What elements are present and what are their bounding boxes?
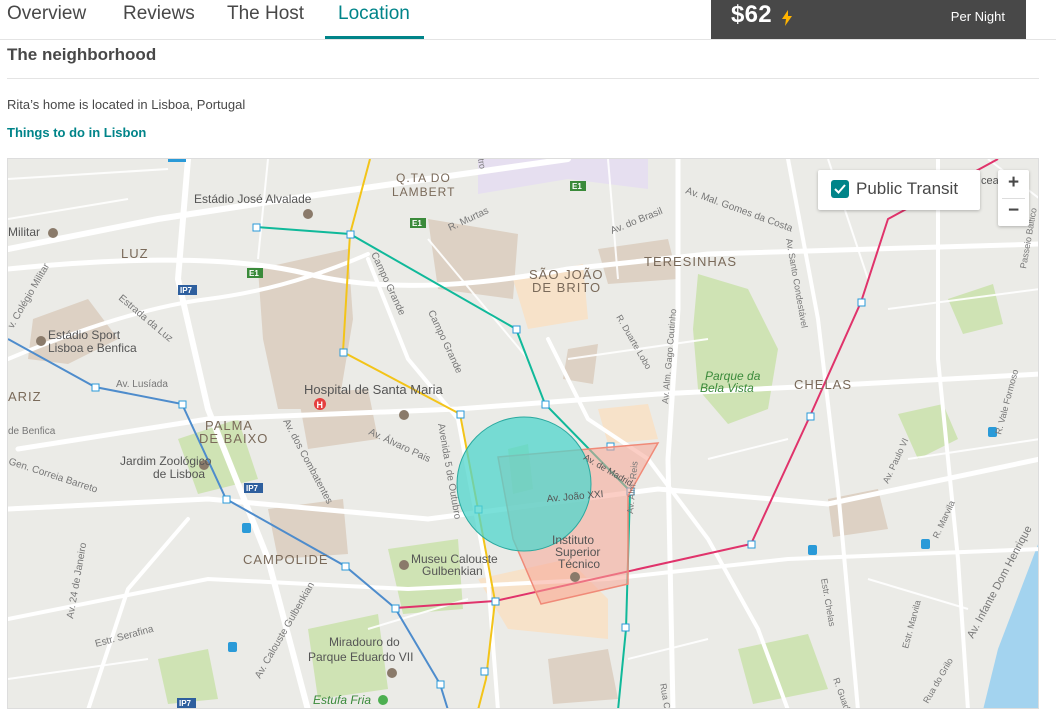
svg-text:H: H: [317, 400, 324, 410]
tab-location[interactable]: Location: [338, 4, 410, 24]
lightning-bolt-icon: [782, 10, 792, 26]
svg-text:Militar: Militar: [8, 225, 40, 239]
tab-reviews[interactable]: Reviews: [123, 4, 195, 24]
svg-text:ARIZ: ARIZ: [8, 389, 42, 404]
svg-text:LAMBERT: LAMBERT: [392, 185, 455, 199]
svg-text:Gulbenkian: Gulbenkian: [422, 564, 483, 578]
svg-text:de Benfica: de Benfica: [8, 426, 56, 437]
zoom-out-button[interactable]: −: [998, 198, 1029, 226]
svg-text:tro: tro: [476, 159, 488, 170]
svg-text:E1: E1: [572, 182, 582, 191]
svg-text:CAMPOLIDE: CAMPOLIDE: [243, 552, 329, 567]
svg-text:Hospital de Santa Maria: Hospital de Santa Maria: [304, 382, 444, 397]
svg-text:TERESINHAS: TERESINHAS: [644, 254, 737, 269]
transit-label: Public Transit: [856, 179, 959, 198]
zoom-in-button[interactable]: +: [998, 170, 1029, 198]
public-transit-toggle[interactable]: Public Transit: [818, 170, 980, 210]
price-unit: Per Night: [950, 9, 1005, 24]
neighborhood-map[interactable]: E1 E1 E1 IP7 IP7 IP7 H Q.TA DO LAMBERT E…: [7, 158, 1039, 709]
svg-text:Miradouro do: Miradouro do: [329, 635, 400, 649]
section-title: The neighborhood: [7, 45, 157, 64]
tab-the-host[interactable]: The Host: [227, 4, 304, 24]
svg-text:Lisboa e Benfica: Lisboa e Benfica: [48, 341, 137, 355]
svg-text:Parque Eduardo VII: Parque Eduardo VII: [308, 650, 413, 664]
svg-text:Bela Vista: Bela Vista: [700, 381, 754, 395]
divider: [7, 78, 1039, 79]
svg-text:E1: E1: [412, 219, 422, 228]
zoom-controls: + −: [998, 170, 1029, 226]
nightly-price: $62: [731, 1, 772, 28]
things-to-do-link[interactable]: Things to do in Lisbon: [7, 125, 146, 140]
transit-checkbox[interactable]: [831, 180, 849, 198]
svg-text:Estádio José Alvalade: Estádio José Alvalade: [194, 192, 312, 206]
location-description: Rita’s home is located in Lisboa, Portug…: [7, 97, 246, 112]
svg-text:Jardim Zoológico: Jardim Zoológico: [120, 454, 212, 468]
svg-text:de Lisboa: de Lisboa: [153, 467, 205, 481]
svg-text:IP7: IP7: [179, 699, 192, 708]
svg-text:CHELAS: CHELAS: [794, 377, 852, 392]
tab-overview[interactable]: Overview: [7, 4, 86, 24]
map-canvas[interactable]: E1 E1 E1 IP7 IP7 IP7 H Q.TA DO LAMBERT E…: [8, 159, 1039, 709]
svg-text:LUZ: LUZ: [121, 246, 149, 261]
svg-text:DE BRITO: DE BRITO: [532, 280, 601, 295]
svg-text:DE BAIXO: DE BAIXO: [199, 431, 268, 446]
svg-text:IP7: IP7: [246, 484, 259, 493]
svg-text:Estádio Sport: Estádio Sport: [48, 328, 121, 342]
checkmark-icon: [834, 184, 846, 194]
svg-text:Av. Lusíada: Av. Lusíada: [116, 379, 168, 390]
svg-text:Técnico: Técnico: [558, 557, 600, 571]
price-banner: $62 Per Night: [711, 0, 1026, 39]
svg-text:IP7: IP7: [180, 286, 193, 295]
svg-text:E1: E1: [249, 269, 259, 278]
svg-text:Estufa Fria: Estufa Fria: [313, 693, 371, 707]
active-tab-indicator: [325, 36, 424, 39]
svg-text:Q.TA DO: Q.TA DO: [396, 171, 451, 185]
